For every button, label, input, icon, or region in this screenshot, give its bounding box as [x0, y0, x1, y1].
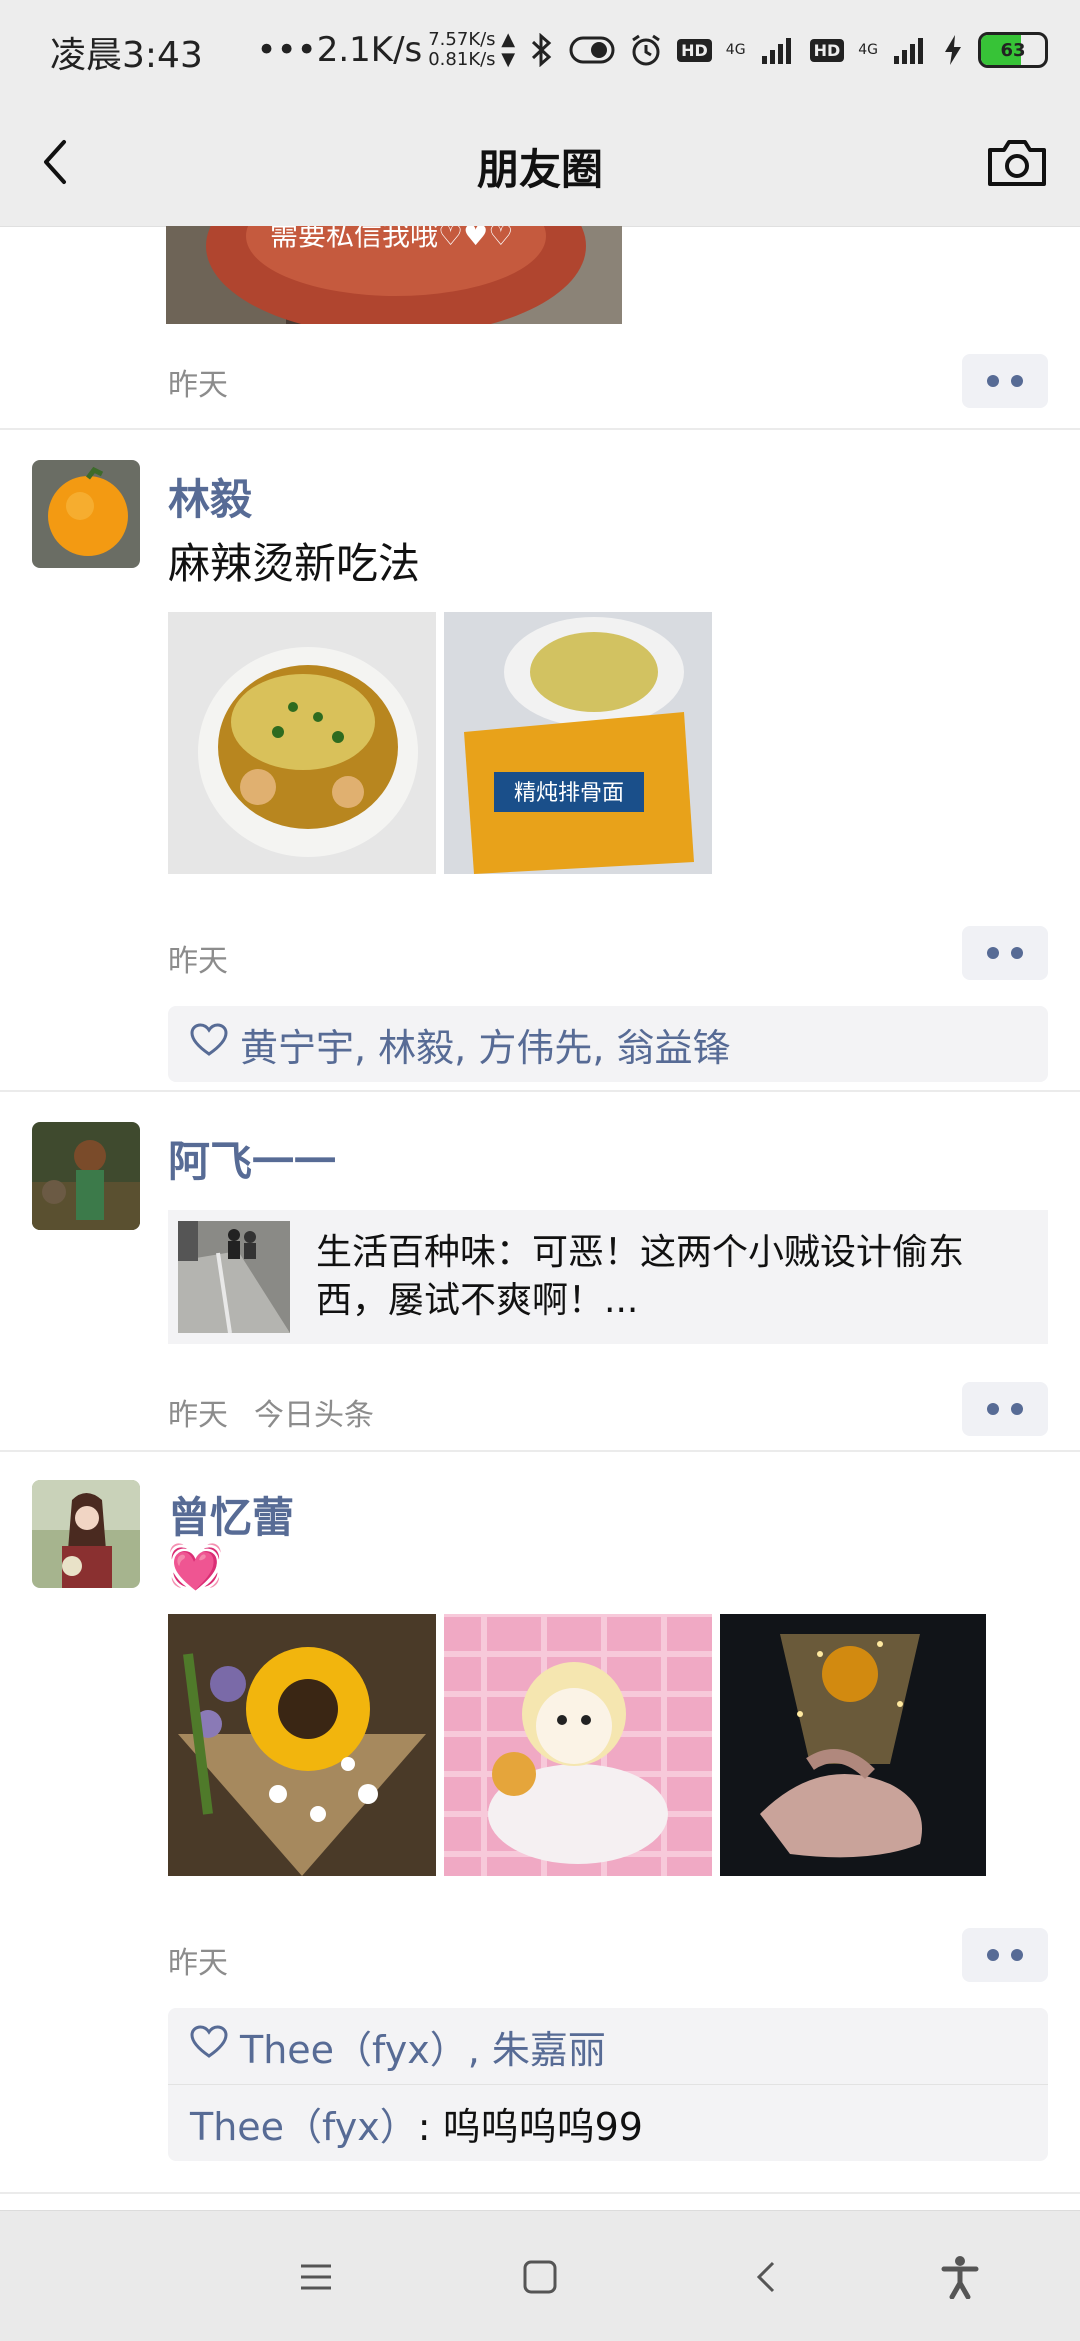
moments-feed[interactable]: 需要私信我哦♡♥♡ 昨天 林毅 麻辣烫新吃法 精炖排骨面 昨天 黄宁宇, 林毅,… [0, 226, 1080, 2210]
network-speed-main: •••2.1K/s [256, 30, 423, 70]
post-text: 麻辣烫新吃法 [168, 539, 421, 588]
comment-author[interactable]: Thee（fyx） [190, 2096, 418, 2151]
link-thumbnail [178, 1221, 290, 1333]
more-button[interactable] [962, 354, 1048, 408]
network-speed: •••2.1K/s 7.57K/s ▲ 0.81K/s ▼ [256, 29, 516, 71]
bluetooth-icon [529, 33, 555, 67]
likes-list[interactable]: Thee（fyx）, 朱嘉丽 [240, 2019, 606, 2074]
post-photo[interactable] [444, 1614, 712, 1876]
more-button[interactable] [962, 926, 1048, 980]
link-title: 生活百种味：可恶！这两个小贼设计偷东西，屡试不爽啊！... [316, 1232, 965, 1321]
back-icon[interactable] [738, 2249, 794, 2305]
more-button[interactable] [962, 1382, 1048, 1436]
battery-indicator: 63 [978, 32, 1048, 68]
post-time: 昨天 [168, 1946, 228, 1981]
comment-text: : 呜呜呜呜99 [417, 2104, 643, 2149]
post-photo[interactable] [168, 612, 436, 874]
post-time-text: 昨天 [168, 1398, 228, 1433]
post-photo[interactable]: 需要私信我哦♡♥♡ [166, 226, 622, 324]
hd-badge: HD [677, 38, 712, 62]
moment-post: 阿飞一一 生活百种味：可恶！这两个小贼设计偷东西，屡试不爽啊！... 昨天 今日头… [0, 1092, 1080, 1452]
moment-post: 曾忆蕾 💓 昨天 Thee（fyx）, 朱嘉丽 Thee（fyx）: 呜呜呜呜… [0, 1452, 1080, 2210]
menu-icon[interactable] [288, 2249, 344, 2305]
heart-icon [190, 2024, 240, 2068]
charging-icon [942, 34, 964, 66]
status-bar: 凌晨3:43 •••2.1K/s 7.57K/s ▲ 0.81K/s ▼ HD … [0, 0, 1080, 100]
likes-box: 黄宁宇, 林毅, 方伟先, 翁益锋 [168, 1006, 1048, 1082]
likes-box: Thee（fyx）, 朱嘉丽 Thee（fyx）: 呜呜呜呜99 [168, 2008, 1048, 2161]
page-title: 朋友圈 [476, 145, 603, 194]
more-button[interactable] [962, 1928, 1048, 1982]
title-bar: 朋友圈 [0, 100, 1080, 227]
upload-speed: 7.57K/s ▲ [428, 29, 516, 50]
signal-icon-2 [892, 36, 928, 64]
moment-post: 需要私信我哦♡♥♡ 昨天 [0, 226, 1080, 428]
toggle-icon [569, 36, 615, 64]
post-emoji: 💓 [168, 1541, 223, 1592]
comment-row[interactable]: Thee（fyx）: 呜呜呜呜99 [168, 2084, 1048, 2161]
post-photo[interactable] [168, 1614, 436, 1876]
alarm-icon [629, 33, 663, 67]
home-icon[interactable] [512, 2249, 568, 2305]
avatar[interactable] [32, 1122, 140, 1230]
signal-icon [760, 36, 796, 64]
download-speed: 0.81K/s ▼ [428, 49, 516, 70]
likes-list[interactable]: 黄宁宇, 林毅, 方伟先, 翁益锋 [240, 1017, 730, 1072]
user-name[interactable]: 林毅 [168, 466, 252, 527]
status-time: 凌晨3:43 [50, 35, 203, 76]
avatar[interactable] [32, 1480, 140, 1588]
status-icons: •••2.1K/s 7.57K/s ▲ 0.81K/s ▼ HD 4G HD 4… [257, 18, 1048, 82]
post-time: 昨天 今日头条 [168, 1390, 374, 1434]
post-source[interactable]: 今日头条 [254, 1398, 374, 1433]
user-name[interactable]: 阿飞一一 [168, 1128, 336, 1189]
avatar[interactable] [32, 460, 140, 568]
post-photo[interactable]: 精炖排骨面 [444, 612, 712, 874]
post-photo[interactable] [720, 1614, 986, 1876]
post-time: 昨天 [168, 368, 228, 403]
divider [0, 2192, 1080, 2194]
system-nav-bar [0, 2210, 1080, 2341]
post-time: 昨天 [168, 944, 228, 979]
network-type-2: 4G [858, 42, 878, 58]
hd-badge-2: HD [809, 38, 845, 62]
heart-icon [190, 1022, 240, 1066]
network-type: 4G [725, 42, 746, 58]
camera-icon[interactable] [984, 132, 1050, 192]
accessibility-icon[interactable] [932, 2249, 988, 2305]
svg-text:精炖排骨面: 精炖排骨面 [514, 781, 624, 806]
battery-level: 63 [1000, 39, 1026, 61]
shared-link-card[interactable]: 生活百种味：可恶！这两个小贼设计偷东西，屡试不爽啊！... [168, 1210, 1048, 1344]
user-name[interactable]: 曾忆蕾 [168, 1484, 294, 1545]
photo-overlay-text: 需要私信我哦♡♥♡ [270, 226, 514, 252]
